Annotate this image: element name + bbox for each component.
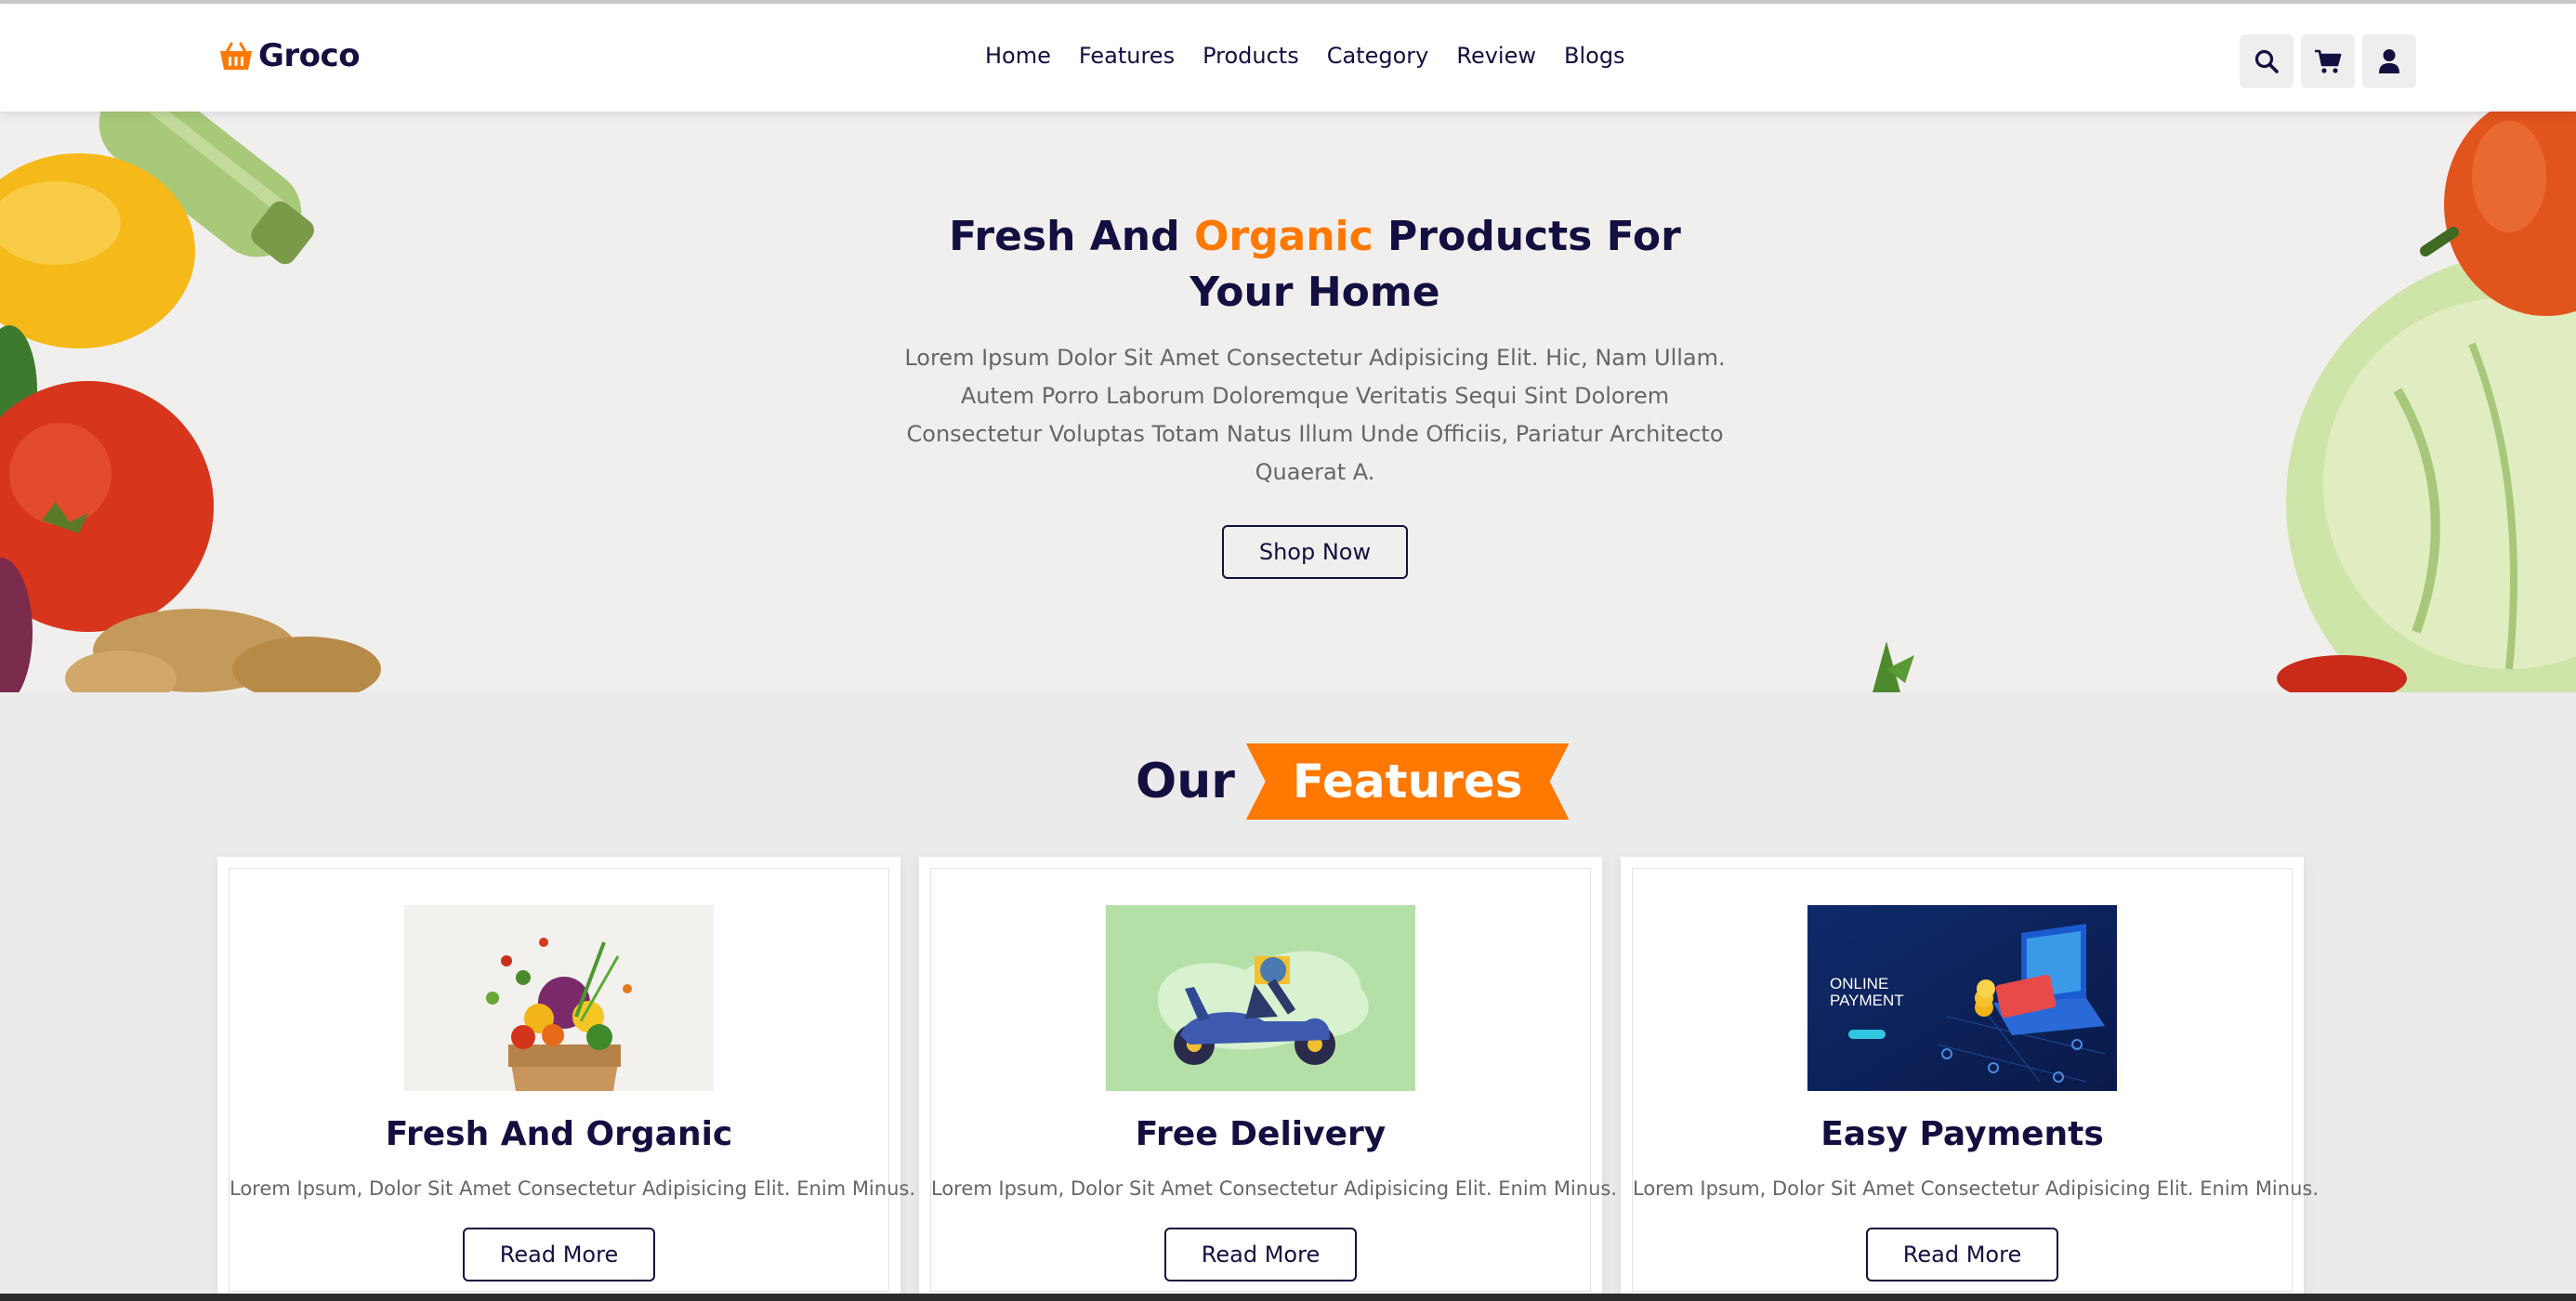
hero-content: Fresh And Organic Products For Your Home… — [901, 209, 1728, 579]
hero-section: Fresh And Organic Products For Your Home… — [0, 112, 2576, 692]
feature-card: Free Delivery Lorem Ipsum, Dolor Sit Ame… — [919, 857, 1618, 1301]
os-taskbar-strip — [0, 1294, 2576, 1301]
features-cards: Fresh And Organic Lorem Ipsum, Dolor Sit… — [217, 857, 2320, 1301]
feature-card-title: Fresh And Organic — [385, 1115, 733, 1153]
user-button[interactable] — [2362, 34, 2416, 88]
organic-groceries-image — [404, 905, 714, 1091]
shop-now-button[interactable]: Shop Now — [1221, 525, 1409, 579]
header-icons — [2240, 34, 2416, 88]
online-payment-image: ONLINE PAYMENT — [1807, 905, 2117, 1091]
feature-card-text: Lorem Ipsum, Dolor Sit Amet Consectetur … — [230, 1177, 916, 1200]
read-more-button[interactable]: Read More — [462, 1228, 656, 1281]
nav-features[interactable]: Features — [1079, 43, 1175, 69]
hero-title-accent: Organic — [1193, 213, 1373, 260]
nav-category[interactable]: Category — [1327, 43, 1429, 69]
user-icon — [2379, 49, 2399, 73]
hero-description: Lorem Ipsum Dolor Sit Amet Consectetur A… — [904, 345, 1726, 485]
feature-card-title: Easy Payments — [1820, 1115, 2104, 1153]
feature-card: Fresh And Organic Lorem Ipsum, Dolor Sit… — [217, 857, 916, 1301]
cart-icon — [2315, 49, 2342, 73]
online-payment-text-2: PAYMENT — [1830, 992, 1904, 1009]
nav-blogs[interactable]: Blogs — [1564, 43, 1625, 69]
read-more-button[interactable]: Read More — [1163, 1228, 1358, 1281]
main-nav: Home Features Products Category Review B… — [985, 43, 1625, 69]
nav-home[interactable]: Home — [985, 43, 1051, 69]
feature-card: ONLINE PAYMENT Easy Payments Lorem Ipsum… — [1621, 857, 2320, 1301]
search-icon — [2254, 49, 2279, 73]
features-heading-tag: Features — [1245, 743, 1570, 820]
features-heading: Our Features — [1136, 743, 1570, 820]
cart-button[interactable] — [2301, 34, 2355, 88]
basket-icon — [220, 42, 252, 70]
nav-products[interactable]: Products — [1203, 43, 1299, 69]
search-button[interactable] — [2240, 34, 2293, 88]
logo[interactable]: Groco — [217, 37, 361, 74]
hero-title: Fresh And Organic Products For Your Home — [949, 213, 1681, 316]
online-payment-text-1: ONLINE — [1830, 975, 1888, 992]
logo-text: Groco — [258, 37, 361, 74]
site-header: Groco Home Features Products Category Re… — [0, 4, 2576, 112]
delivery-scooter-image — [1106, 905, 1415, 1091]
feature-card-text: Lorem Ipsum, Dolor Sit Amet Consectetur … — [1633, 1177, 2320, 1200]
feature-card-title: Free Delivery — [1135, 1115, 1387, 1153]
feature-card-text: Lorem Ipsum, Dolor Sit Amet Consectetur … — [931, 1177, 1618, 1200]
features-heading-plain: Our — [1136, 754, 1235, 809]
read-more-button[interactable]: Read More — [1865, 1228, 2059, 1281]
nav-review[interactable]: Review — [1456, 43, 1536, 69]
